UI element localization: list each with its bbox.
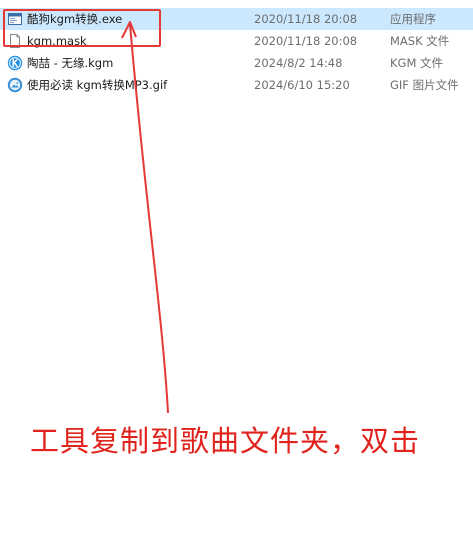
instruction-text: 工具复制到歌曲文件夹，双击 (30, 424, 421, 458)
annotation-arrow (121, 21, 169, 414)
